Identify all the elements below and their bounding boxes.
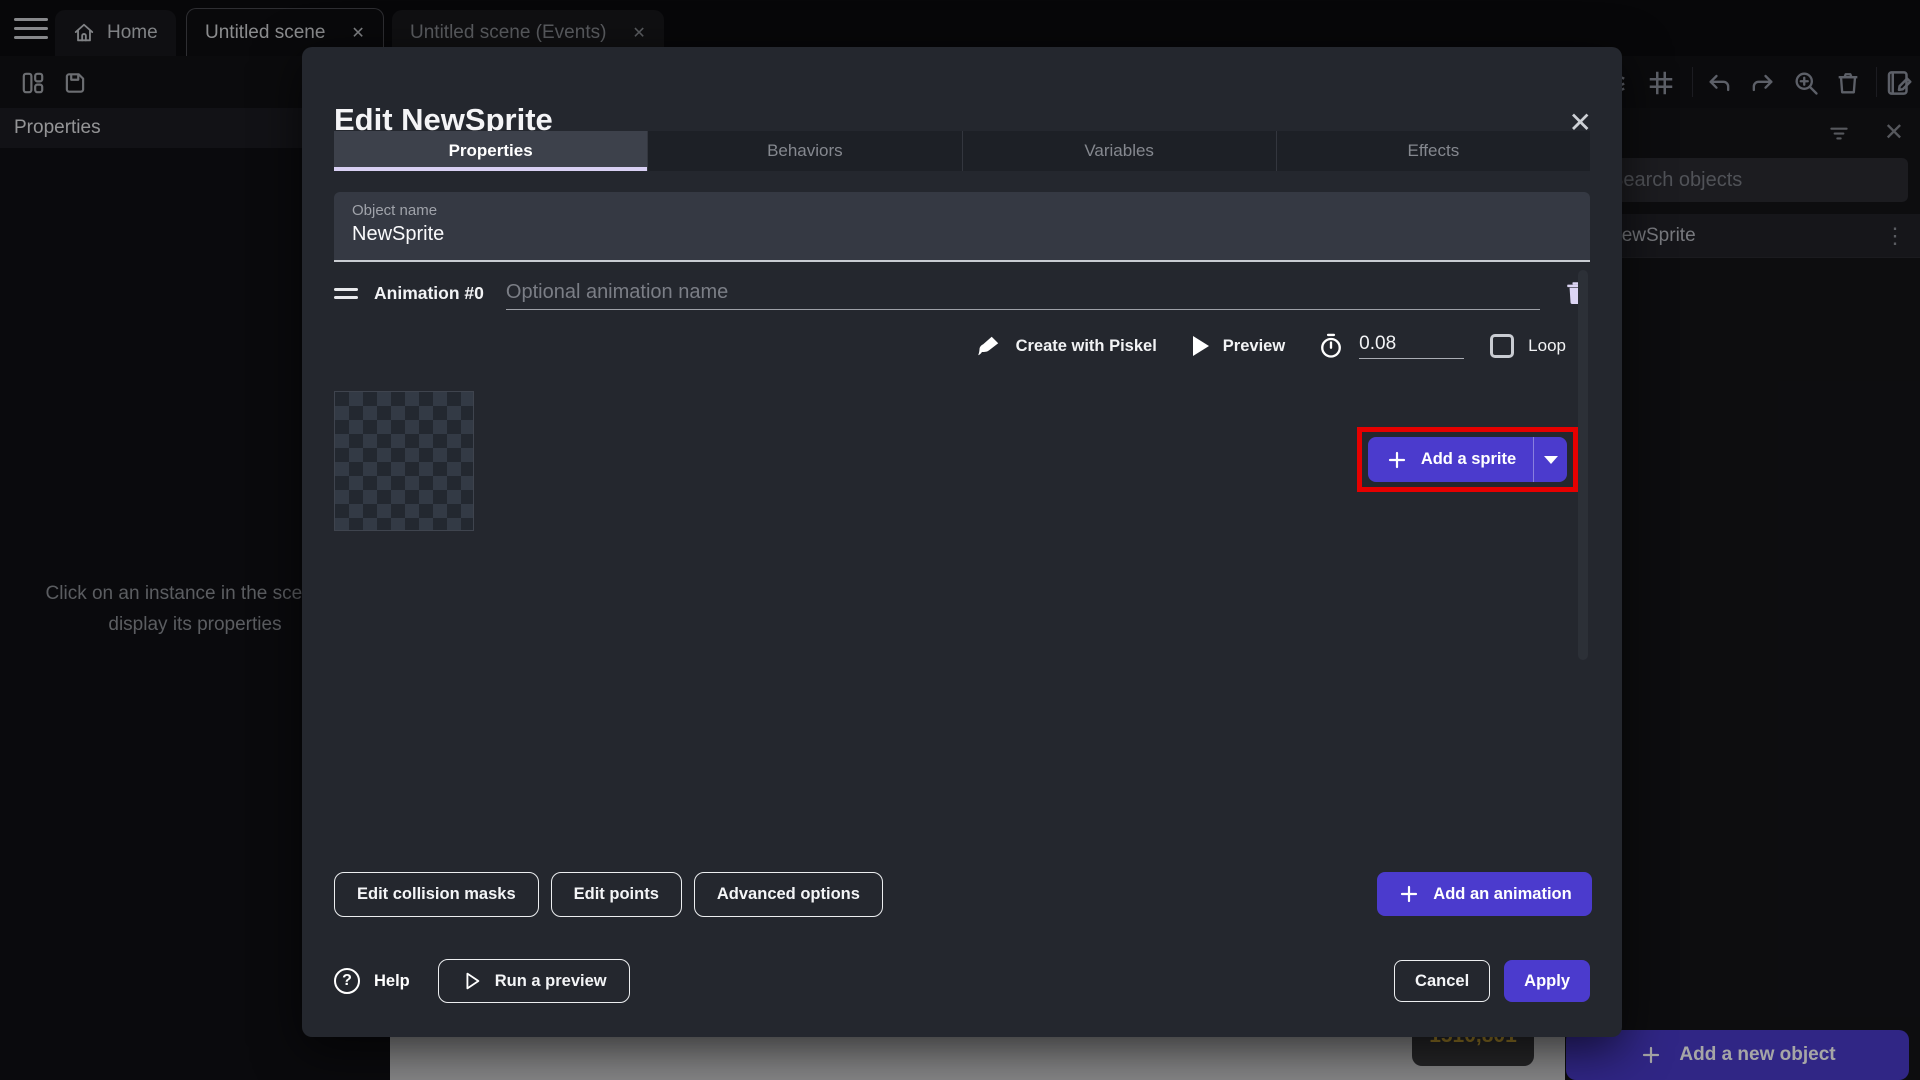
create-with-piskel-button[interactable]: Create with Piskel (976, 333, 1157, 359)
tab-behaviors[interactable]: Behaviors (648, 131, 962, 171)
active-tab-underline (334, 167, 647, 171)
loop-checkbox[interactable] (1490, 334, 1514, 358)
preview-animation-button[interactable]: Preview (1193, 336, 1285, 356)
drag-handle-icon[interactable] (334, 288, 358, 299)
animation-label: Animation #0 (374, 283, 484, 304)
tab-effects[interactable]: Effects (1277, 131, 1590, 171)
dialog-tab-bar: Properties Behaviors Variables Effects (334, 131, 1590, 171)
object-name-input[interactable] (352, 223, 1572, 246)
plus-icon (1397, 882, 1421, 906)
time-between-frames-field[interactable] (1359, 333, 1464, 359)
play-outline-icon (461, 970, 483, 992)
run-preview-button[interactable]: Run a preview (438, 959, 630, 1003)
add-animation-button[interactable]: Add an animation (1377, 872, 1592, 916)
help-icon: ? (334, 968, 360, 994)
tab-properties[interactable]: Properties (334, 131, 648, 171)
dialog-scrollbar[interactable] (1578, 270, 1588, 660)
add-sprite-main[interactable]: Add a sprite (1368, 437, 1534, 482)
object-name-label: Object name (352, 202, 1572, 219)
tab-variables[interactable]: Variables (963, 131, 1277, 171)
dialog-footer: ? Help Run a preview Cancel Apply (334, 959, 1590, 1003)
cancel-button[interactable]: Cancel (1394, 960, 1490, 1002)
play-icon (1193, 336, 1209, 356)
add-animation-label: Add an animation (1433, 885, 1571, 904)
advanced-options-button[interactable]: Advanced options (694, 872, 883, 917)
add-sprite-button[interactable]: Add a sprite (1368, 437, 1567, 482)
animation-edit-buttons: Edit collision masks Edit points Advance… (334, 872, 883, 917)
object-name-field[interactable]: Object name (334, 192, 1590, 262)
help-button[interactable]: ? Help (334, 968, 410, 994)
sprite-frame-thumbnail[interactable] (334, 391, 474, 531)
animation-name-input[interactable] (506, 276, 1540, 309)
brush-icon (976, 333, 1002, 359)
loop-label: Loop (1528, 336, 1566, 356)
chevron-down-icon (1544, 456, 1558, 464)
animation-row: Animation #0 (334, 275, 1590, 311)
edit-object-dialog: Edit NewSprite ✕ Properties Behaviors Va… (302, 47, 1622, 1037)
add-sprite-label: Add a sprite (1421, 450, 1516, 469)
edit-points-button[interactable]: Edit points (551, 872, 682, 917)
timer-icon (1317, 332, 1345, 360)
time-between-frames-input[interactable] (1359, 333, 1464, 358)
animation-name-field[interactable] (506, 276, 1540, 310)
add-sprite-dropdown[interactable] (1534, 437, 1567, 482)
edit-collision-masks-button[interactable]: Edit collision masks (334, 872, 539, 917)
plus-icon (1385, 448, 1409, 472)
help-label: Help (374, 972, 410, 991)
apply-button[interactable]: Apply (1504, 960, 1590, 1002)
animation-actions-row: Create with Piskel Preview Loop (976, 330, 1566, 362)
gdevelop-app: Home Untitled scene ✕ Untitled scene (Ev… (0, 0, 1920, 1080)
